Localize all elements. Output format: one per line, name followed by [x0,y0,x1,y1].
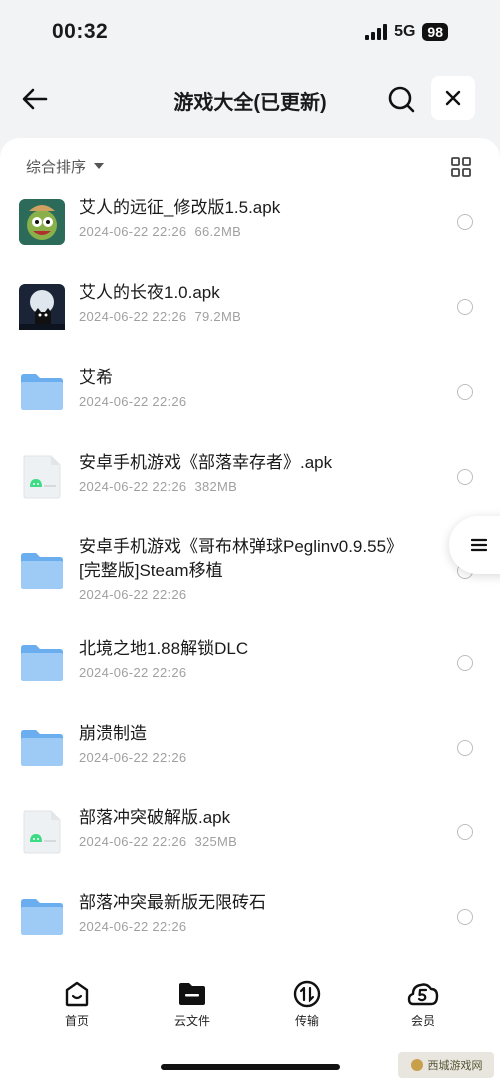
folder-icon [21,730,63,766]
watermark-logo-icon [410,1059,423,1071]
file-name: 安卓手机游戏《部落幸存者》.apk [79,453,333,472]
file-thumbnail [19,725,65,771]
file-size: 382MB [194,479,238,494]
sort-dropdown[interactable]: 综合排序 [26,156,105,177]
file-date: 2024-06-22 22:26 [79,224,187,239]
file-date: 2024-06-22 22:26 [79,394,187,409]
tab-transfer[interactable]: 传输 [267,980,347,1029]
game-thumbnail-icon [19,199,65,245]
search-button[interactable] [384,82,418,116]
select-radio[interactable] [457,909,473,925]
file-name: 艾希 [79,368,113,387]
side-menu-button[interactable] [449,516,500,574]
apk-file-icon [23,455,61,499]
file-meta: 2024-06-22 22:26 [79,919,186,934]
menu-icon [471,538,487,552]
home-indicator[interactable] [161,1064,340,1070]
file-meta: 2024-06-22 22:26 325MB [79,834,237,849]
status-bar: 00:32 5G 98 [0,0,500,64]
select-radio[interactable] [457,469,473,485]
folder-icon [21,899,63,935]
file-meta: 2024-06-22 22:26 [79,665,186,680]
file-date: 2024-06-22 22:26 [79,834,187,849]
signal-icon [365,24,388,40]
caret-down-icon [94,163,105,169]
search-icon [388,86,415,113]
watermark: 西城游戏网 [398,1052,494,1078]
file-size: 79.2MB [194,309,242,324]
file-meta: 2024-06-22 22:26 66.2MB [79,224,241,239]
file-date: 2024-06-22 22:26 [79,750,187,765]
file-name: 北境之地1.88解锁DLC [79,639,249,658]
file-date: 2024-06-22 22:26 [79,587,187,602]
home-icon [65,981,89,1007]
file-date: 2024-06-22 22:26 [79,309,187,324]
folder-icon [21,553,63,589]
file-name: 部落冲突破解版.apk [79,808,231,827]
folder-icon [179,983,205,1005]
file-name: 安卓手机游戏《哥布林弹球Peglinv0.9.55》[完整版]Steam移植 [79,537,404,580]
file-name: 部落冲突最新版无限砖石 [79,893,266,912]
file-thumbnail [19,454,65,500]
battery-level: 98 [422,23,448,41]
tab-label: 传输 [294,1014,319,1028]
file-name: 崩溃制造 [79,724,147,743]
status-time: 00:32 [52,20,109,43]
file-thumbnail [19,199,65,245]
folder-icon [21,374,63,410]
select-radio[interactable] [457,740,473,756]
grid-view-icon[interactable] [450,156,472,178]
file-size: 66.2MB [194,224,242,239]
header: 游戏大全(已更新) [0,70,500,128]
select-radio[interactable] [457,655,473,671]
file-thumbnail [19,548,65,594]
file-date: 2024-06-22 22:26 [79,479,187,494]
file-meta: 2024-06-22 22:26 79.2MB [79,309,241,324]
file-meta: 2024-06-22 22:26 382MB [79,479,237,494]
file-thumbnail [19,369,65,415]
close-icon [445,90,461,106]
file-thumbnail [19,809,65,855]
file-name: 艾人的长夜1.0.apk [79,283,220,302]
file-date: 2024-06-22 22:26 [79,919,187,934]
select-radio[interactable] [457,384,473,400]
select-radio[interactable] [457,824,473,840]
file-thumbnail [19,894,65,940]
tab-label: 首页 [64,1014,89,1028]
tab-home[interactable]: 首页 [37,980,117,1029]
file-date: 2024-06-22 22:26 [79,665,187,680]
transfer-icon [293,980,321,1008]
select-radio[interactable] [457,299,473,315]
page-title: 游戏大全(已更新) [173,92,327,114]
file-name: 艾人的远征_修改版1.5.apk [79,198,281,217]
tab-label: 会员 [410,1014,435,1028]
file-thumbnail [19,284,65,330]
sort-label: 综合排序 [26,159,87,176]
file-list-panel: 综合排序 [0,138,500,1082]
close-button[interactable] [431,76,475,120]
vip-icon [407,983,439,1006]
tab-label: 云文件 [173,1014,210,1028]
watermark-text: 西城游戏网 [427,1060,483,1072]
apk-file-icon [23,810,61,854]
status-indicators: 5G 98 [365,23,448,41]
tab-vip[interactable]: 会员 [383,980,463,1029]
select-radio[interactable] [457,214,473,230]
file-meta: 2024-06-22 22:26 [79,394,186,409]
file-thumbnail [19,640,65,686]
game-thumbnail-icon [19,284,65,330]
file-size: 325MB [194,834,238,849]
file-meta: 2024-06-22 22:26 [79,750,186,765]
file-meta: 2024-06-22 22:26 [79,587,186,602]
tab-cloud-files[interactable]: 云文件 [152,980,232,1029]
network-type: 5G [394,23,416,40]
folder-icon [21,645,63,681]
